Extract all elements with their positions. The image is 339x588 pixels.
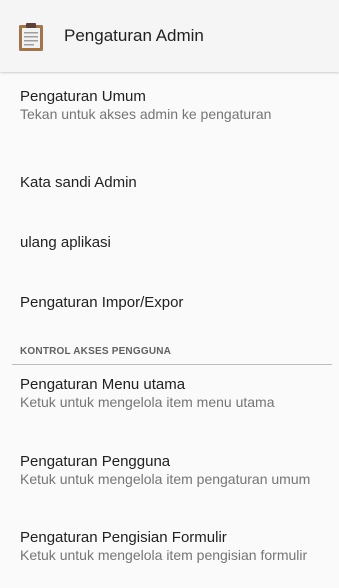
pref-title: Pengaturan Pengguna (20, 453, 171, 470)
pref-title: Kata sandi Admin (20, 174, 137, 191)
pref-summary: Ketuk untuk mengelola item pengaturan um… (20, 471, 311, 487)
pref-summary: Ketuk untuk mengelola item pengisian for… (20, 547, 308, 563)
pref-title: Pengaturan Impor/Expor (20, 294, 184, 311)
pref-form-entry-settings[interactable]: Pengaturan Pengisian Formulir Ketuk untu… (20, 528, 320, 564)
pref-general-settings[interactable]: Pengaturan Umum Tekan untuk akses admin … (20, 87, 320, 123)
category-header: KONTROL AKSES PENGGUNA (20, 346, 172, 357)
pref-title: Pengaturan Umum (20, 88, 146, 105)
pref-summary: Ketuk untuk mengelola item menu utama (20, 394, 275, 410)
app-bar: Pengaturan Admin (0, 0, 339, 72)
pref-main-menu-settings[interactable]: Pengaturan Menu utama Ketuk untuk mengel… (20, 375, 320, 411)
pref-summary: Tekan untuk akses admin ke pengaturan (20, 106, 272, 122)
pref-title: ulang aplikasi (20, 234, 111, 251)
page-title: Pengaturan Admin (64, 26, 204, 45)
pref-restart-app[interactable]: ulang aplikasi (20, 233, 320, 252)
pref-admin-password[interactable]: Kata sandi Admin (20, 173, 320, 192)
pref-title: Pengaturan Pengisian Formulir (20, 529, 227, 546)
clipboard-icon (19, 23, 43, 51)
pref-title: Pengaturan Menu utama (20, 376, 186, 393)
pref-import-export[interactable]: Pengaturan Impor/Expor (20, 293, 320, 312)
pref-user-settings[interactable]: Pengaturan Pengguna Ketuk untuk mengelol… (20, 452, 320, 488)
category-divider (12, 364, 332, 365)
